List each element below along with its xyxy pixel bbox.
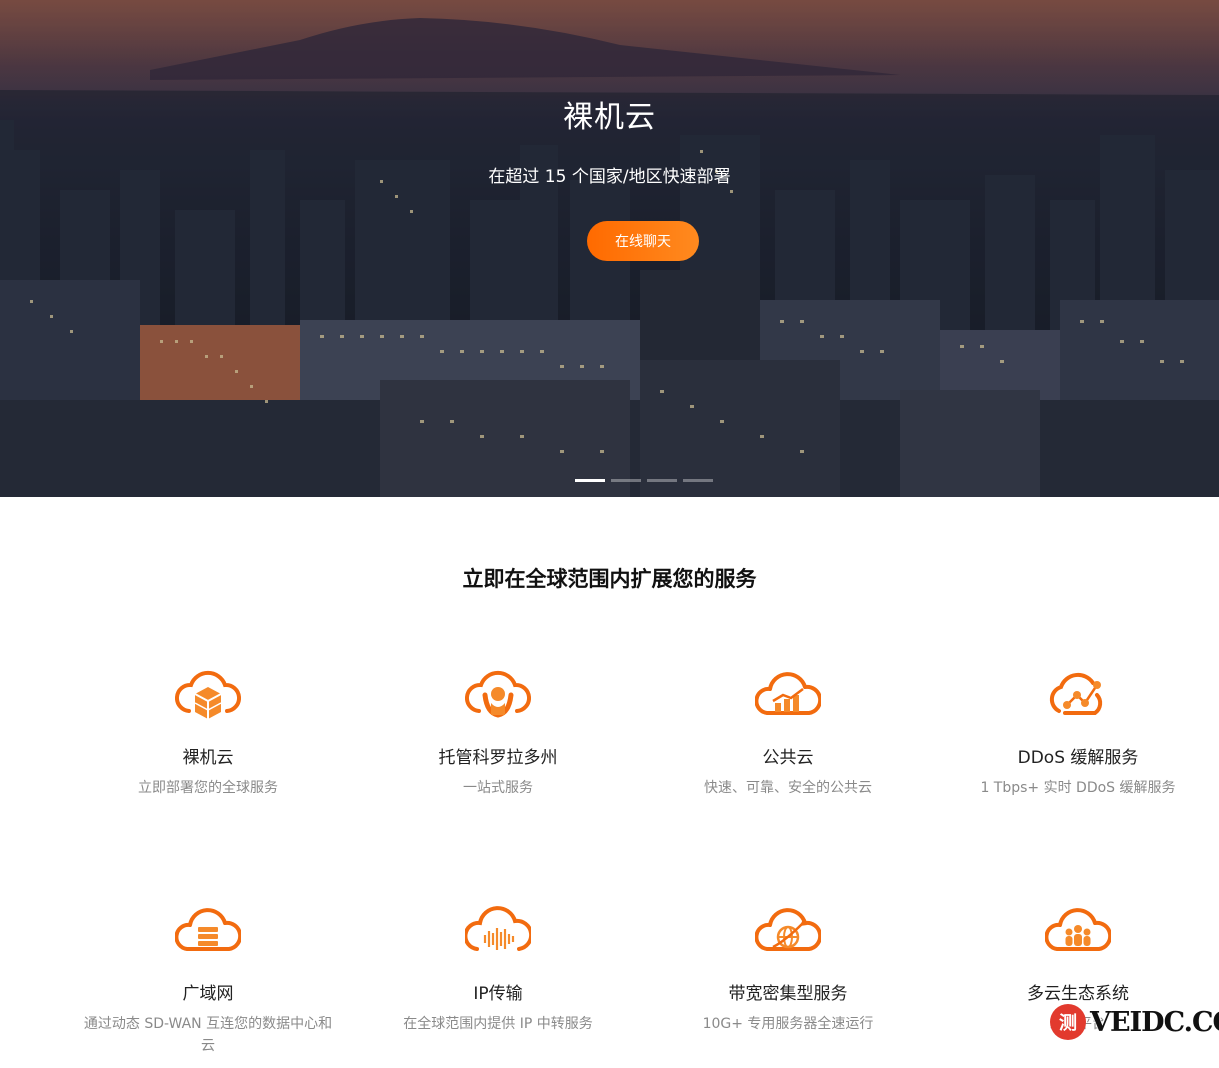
bare-metal-cloud-icon — [175, 670, 241, 719]
ddos-network-icon — [1049, 672, 1103, 715]
online-chat-button[interactable]: 在线聊天 — [587, 221, 699, 261]
hero-banner: 裸机云 在超过 15 个国家/地区快速部署 在线聊天 — [0, 0, 1219, 497]
hero-subtitle: 在超过 15 个国家/地区快速部署 — [488, 167, 731, 187]
service-card-colocation[interactable]: 托管科罗拉多州 一站式服务 — [353, 665, 643, 799]
service-desc: 一站式服务 — [463, 780, 533, 796]
service-desc: 通过动态 SD-WAN 互连您的数据中心和云 — [83, 1016, 333, 1054]
carousel-indicators — [575, 479, 713, 482]
carousel-dot-4[interactable] — [683, 479, 713, 482]
service-card-ip-transit[interactable]: IP传输 在全球范围内提供 IP 中转服务 — [353, 901, 643, 1035]
carousel-dot-1[interactable] — [575, 479, 605, 482]
service-card-bandwidth[interactable]: 带宽密集型服务 10G+ 专用服务器全速运行 — [643, 901, 933, 1035]
site-watermark: 测 VEIDC.COM — [1050, 1004, 1219, 1040]
service-name: 裸机云 — [182, 748, 234, 768]
service-name: 公共云 — [762, 748, 814, 768]
carousel-dot-2[interactable] — [611, 479, 641, 482]
service-name: IP传输 — [473, 984, 523, 1004]
service-name: 托管科罗拉多州 — [438, 748, 558, 768]
service-card-bare-metal[interactable]: 裸机云 立即部署您的全球服务 — [63, 665, 353, 799]
wan-server-cloud-icon — [175, 908, 241, 951]
service-name: DDoS 缓解服务 — [1017, 748, 1139, 768]
service-desc: 1 Tbps+ 实时 DDoS 缓解服务 — [980, 780, 1176, 796]
hero-title: 裸机云 — [563, 100, 656, 135]
section-title: 立即在全球范围内扩展您的服务 — [462, 567, 757, 591]
colocation-person-icon — [465, 670, 531, 718]
service-desc: 立即部署您的全球服务 — [138, 780, 278, 796]
service-name: 带宽密集型服务 — [728, 984, 848, 1004]
service-card-wan[interactable]: 广域网 通过动态 SD-WAN 互连您的数据中心和云 — [63, 901, 353, 1057]
service-card-public-cloud[interactable]: 公共云 快速、可靠、安全的公共云 — [643, 665, 933, 799]
carousel-dot-3[interactable] — [647, 479, 677, 482]
service-name: 多云生态系统 — [1027, 984, 1129, 1004]
watermark-text: VEIDC.COM — [1090, 1006, 1219, 1038]
multicloud-people-icon — [1045, 908, 1111, 951]
ip-transit-wave-icon — [465, 906, 531, 951]
service-card-ddos[interactable]: DDoS 缓解服务 1 Tbps+ 实时 DDoS 缓解服务 — [933, 665, 1219, 799]
service-name: 广域网 — [182, 984, 234, 1004]
service-desc: 在全球范围内提供 IP 中转服务 — [403, 1016, 593, 1032]
bandwidth-globe-icon — [755, 908, 821, 951]
service-desc: 10G+ 专用服务器全速运行 — [702, 1016, 874, 1032]
public-cloud-chart-icon — [755, 672, 821, 715]
service-desc: 快速、可靠、安全的公共云 — [704, 780, 872, 796]
watermark-badge: 测 — [1050, 1004, 1086, 1040]
